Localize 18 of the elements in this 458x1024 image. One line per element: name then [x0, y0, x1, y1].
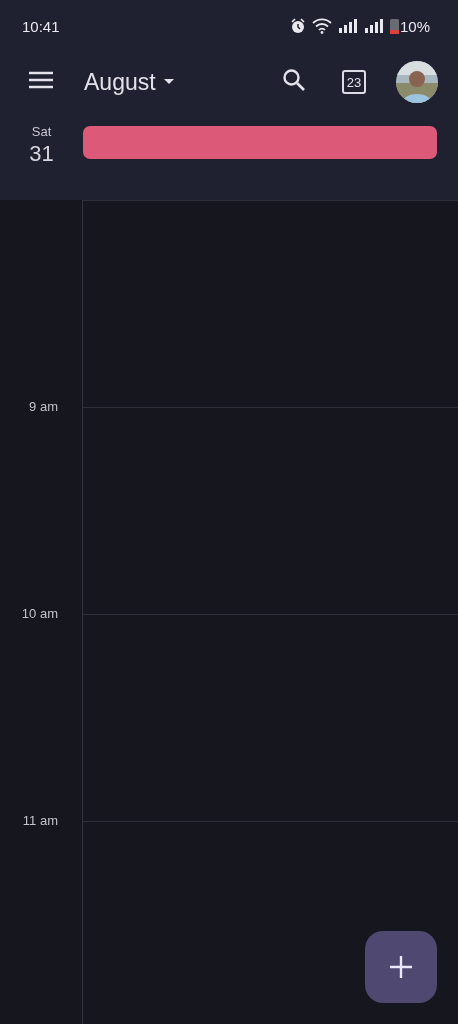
hour-label: 10 am [21, 606, 58, 621]
today-button[interactable]: 23 [342, 70, 366, 94]
account-avatar[interactable] [396, 61, 438, 103]
signal-icon [363, 18, 384, 34]
plus-icon [390, 956, 412, 978]
wifi-icon [311, 18, 332, 34]
alarm-icon [289, 18, 306, 34]
hour-label: 9 am [29, 399, 58, 414]
weekday-label: Sat [31, 124, 52, 139]
signal-icon [337, 18, 358, 34]
status-time: 10:41 [22, 17, 60, 35]
month-dropdown[interactable]: August [84, 68, 174, 96]
hour-label: 11 am [22, 813, 58, 828]
battery-icon [389, 18, 399, 34]
create-event-button[interactable] [365, 931, 437, 1003]
caret-icon [163, 79, 174, 85]
battery-percent: 10% [399, 17, 430, 35]
date-number: 31 [29, 141, 54, 167]
